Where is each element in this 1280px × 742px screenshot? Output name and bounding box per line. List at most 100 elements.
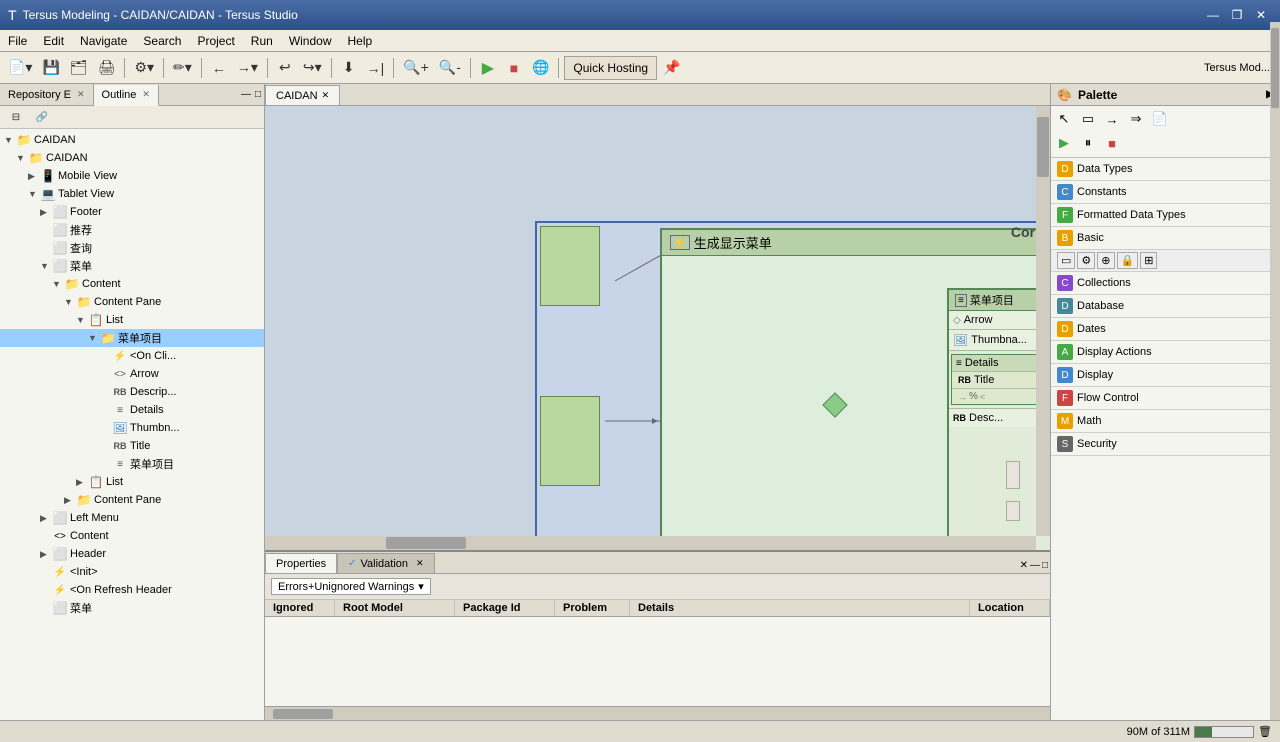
collapse-all-button[interactable]: ⊟	[4, 108, 28, 126]
tree-item-caidan-last[interactable]: ⬜ 菜单	[0, 599, 264, 617]
palette-stop-tool[interactable]: ■	[1101, 132, 1123, 154]
basic-tool-3[interactable]: ⊕	[1097, 252, 1114, 269]
menu-window[interactable]: Window	[281, 32, 340, 50]
bottom-tab-validation[interactable]: ✓ Validation ✕	[337, 553, 434, 573]
v-scrollbar[interactable]	[1036, 106, 1050, 536]
palette-v-scroll[interactable]	[1270, 22, 1280, 720]
filter-dropdown[interactable]: Errors+Unignored Warnings ▾	[271, 578, 431, 595]
palette-select-rect-tool[interactable]: ▭	[1077, 108, 1099, 130]
h-scrollbar[interactable]	[265, 536, 1036, 550]
basic-tool-2[interactable]: ⚙	[1077, 252, 1095, 269]
tree-item-list1[interactable]: ▼ 📋 List	[0, 311, 264, 329]
gc-icon[interactable]: 🗑	[1258, 725, 1272, 738]
minimize-panel-icon[interactable]: —	[240, 88, 252, 101]
palette-cat-security[interactable]: S Security	[1051, 433, 1280, 456]
palette-cat-collections[interactable]: C Collections	[1051, 272, 1280, 295]
bottom-h-scroll-thumb[interactable]	[273, 709, 333, 719]
h-scrollbar-thumb[interactable]	[386, 537, 466, 549]
outer-diagram-box[interactable]: ⚡ 生成显示菜单 □ ≡ 菜单项目 +	[660, 228, 1050, 550]
link-editor-button[interactable]: 🔗	[30, 108, 54, 126]
palette-cat-data-types[interactable]: D Data Types	[1051, 158, 1280, 181]
run-button[interactable]: ▶	[476, 56, 500, 80]
palette-cat-formatted-data[interactable]: F Formatted Data Types	[1051, 204, 1280, 227]
tree-item-caidan-xiangmu[interactable]: ▼ 📁 菜单项目	[0, 329, 264, 347]
palette-v-scroll-thumb[interactable]	[1271, 28, 1279, 108]
save-button[interactable]: 💾	[38, 56, 63, 80]
tree-item-init[interactable]: ⚡ <Init>	[0, 563, 264, 581]
step-over-button[interactable]: →|	[363, 56, 389, 80]
tree-item-onclick[interactable]: ⚡ <On Cli...	[0, 347, 264, 365]
tree-item-left-menu[interactable]: ▶ ⬜ Left Menu	[0, 509, 264, 527]
palette-cat-database[interactable]: D Database	[1051, 295, 1280, 318]
tree-item-description[interactable]: RB Descrip...	[0, 383, 264, 401]
step-into-button[interactable]: ⬇	[337, 56, 361, 80]
editor-tab-close[interactable]: ✕	[322, 90, 330, 101]
palette-cat-display-actions[interactable]: A Display Actions	[1051, 341, 1280, 364]
print-button[interactable]: 🖨	[94, 56, 120, 80]
quick-hosting-button[interactable]: Quick Hosting	[564, 56, 657, 80]
col-root-model[interactable]: Root Model	[335, 600, 455, 616]
save-all-button[interactable]: 🗂	[66, 56, 92, 80]
tree-item-content-pane1[interactable]: ▼ 📁 Content Pane	[0, 293, 264, 311]
zoom-in-button[interactable]: 🔍+	[399, 56, 433, 80]
palette-pause-tool[interactable]: ⏸	[1077, 132, 1099, 154]
bottom-tab-properties[interactable]: Properties	[265, 553, 337, 573]
tree-item-header[interactable]: ▶ ⬜ Header	[0, 545, 264, 563]
tab-repository[interactable]: Repository E ✕	[0, 84, 94, 105]
menu-run[interactable]: Run	[243, 32, 281, 50]
tree-item-caidan[interactable]: ▼ 📁 CAIDAN	[0, 149, 264, 167]
close-button[interactable]: ✕	[1250, 5, 1272, 25]
tree-item-content-arrow[interactable]: <> Content	[0, 527, 264, 545]
palette-double-arrow-tool[interactable]: ⇒	[1125, 108, 1147, 130]
refactor-button[interactable]: ✏▾	[169, 56, 196, 80]
new-button[interactable]: 📄▾	[4, 56, 36, 80]
tree-item-caidan2[interactable]: ▼ ⬜ 菜单	[0, 257, 264, 275]
basic-tool-5[interactable]: ⊞	[1140, 252, 1157, 269]
menu-navigate[interactable]: Navigate	[72, 32, 135, 50]
tree-item-caidan-xiangmu2[interactable]: ≡ 菜单项目	[0, 455, 264, 473]
tree-item-content[interactable]: ▼ 📁 Content	[0, 275, 264, 293]
palette-cat-math[interactable]: M Math	[1051, 410, 1280, 433]
move-back-button[interactable]: ←	[207, 56, 231, 80]
col-package-id[interactable]: Package Id	[455, 600, 555, 616]
basic-tool-1[interactable]: ▭	[1057, 252, 1075, 269]
menu-project[interactable]: Project	[189, 32, 242, 50]
browser-button[interactable]: 🌐	[528, 56, 553, 80]
col-ignored[interactable]: Ignored	[265, 600, 335, 616]
move-fwd-button[interactable]: →▾	[233, 56, 262, 80]
tree-item-arrow[interactable]: <> Arrow	[0, 365, 264, 383]
v-scrollbar-thumb[interactable]	[1037, 117, 1049, 177]
bottom-h-scroll[interactable]	[265, 706, 1050, 720]
editor-tab-caidan[interactable]: CAIDAN ✕	[265, 85, 340, 105]
tree-item-mobile-view[interactable]: ▶ 📱 Mobile View	[0, 167, 264, 185]
minimize-button[interactable]: —	[1202, 5, 1224, 25]
tree-item-list2[interactable]: ▶ 📋 List	[0, 473, 264, 491]
palette-cat-display[interactable]: D Display	[1051, 364, 1280, 387]
tree-item-content-pane2[interactable]: ▶ 📁 Content Pane	[0, 491, 264, 509]
tree-item-on-refresh[interactable]: ⚡ <On Refresh Header	[0, 581, 264, 599]
settings-button[interactable]: ⚙▾	[130, 56, 158, 80]
palette-play-tool[interactable]: ▶	[1053, 132, 1075, 154]
bottom-max-icon[interactable]: □	[1042, 560, 1048, 571]
palette-cat-dates[interactable]: D Dates	[1051, 318, 1280, 341]
palette-cat-flow-control[interactable]: F Flow Control	[1051, 387, 1280, 410]
outline-tab-close[interactable]: ✕	[142, 89, 150, 100]
tree-item-details[interactable]: ≡ Details	[0, 401, 264, 419]
basic-tool-4[interactable]: 🔒	[1117, 252, 1139, 269]
pin-button[interactable]: 📌	[659, 56, 684, 80]
zoom-out-button[interactable]: 🔍-	[435, 56, 465, 80]
tree-item-tablet-view[interactable]: ▼ 💻 Tablet View	[0, 185, 264, 203]
tree-item-caidan-root[interactable]: ▼ 📁 CAIDAN	[0, 131, 264, 149]
canvas[interactable]: ⚡ 生成显示菜单 □ ≡ 菜单项目 +	[265, 106, 1050, 550]
redo-button[interactable]: ↪▾	[299, 56, 326, 80]
tree-item-tuijian[interactable]: ⬜ 推荐	[0, 221, 264, 239]
tree-item-title[interactable]: RB Title	[0, 437, 264, 455]
tree-item-thumbnail[interactable]: 🖼 Thumbn...	[0, 419, 264, 437]
repository-tab-close[interactable]: ✕	[77, 89, 85, 100]
menu-edit[interactable]: Edit	[35, 32, 72, 50]
menu-help[interactable]: Help	[340, 32, 381, 50]
menu-search[interactable]: Search	[135, 32, 189, 50]
palette-select-tool[interactable]: ↖	[1053, 108, 1075, 130]
palette-arrow-tool[interactable]: →	[1101, 108, 1123, 130]
col-location[interactable]: Location	[970, 600, 1050, 616]
